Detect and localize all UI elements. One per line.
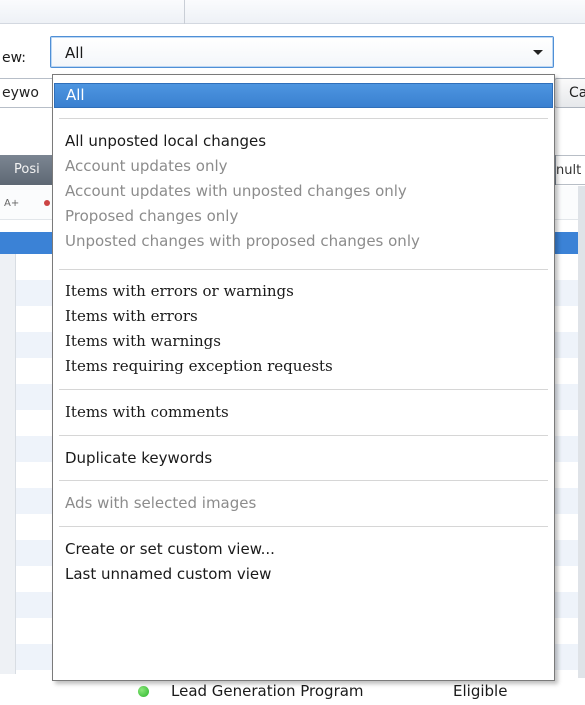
grid-row-gutter (0, 254, 16, 674)
dropdown-option-account-updates: Account updates only (65, 157, 228, 175)
dropdown-option-custom-view[interactable]: Create or set custom view... (53, 537, 554, 562)
dropdown-divider (59, 389, 548, 390)
dropdown-divider (59, 526, 548, 527)
column-header-position-label: Posi (14, 162, 40, 177)
column-header-multi-label: nult (556, 163, 582, 178)
chevron-down-icon[interactable] (533, 50, 543, 55)
right-scroll-frame (578, 186, 585, 686)
table-row[interactable]: Lead Generation Program Eligible (0, 678, 585, 705)
keyword-search-text: eywo (2, 85, 39, 101)
cancel-button[interactable]: Ca (554, 78, 585, 108)
dropdown-option-duplicate-keywords[interactable]: Duplicate keywords (53, 446, 554, 471)
dropdown-divider (59, 269, 548, 270)
campaign-status: Eligible (453, 682, 508, 700)
dropdown-option-last-custom-view[interactable]: Last unnamed custom view (53, 562, 554, 587)
dropdown-option-all[interactable]: All (54, 83, 553, 108)
view-label: ew: (2, 50, 27, 66)
top-toolbar (0, 0, 585, 24)
view-combobox[interactable]: All (50, 36, 554, 68)
dropdown-divider (59, 435, 548, 436)
column-header-position[interactable]: Posi (0, 155, 52, 185)
dropdown-divider (59, 480, 548, 481)
view-dropdown-list: All All unposted local changes Account u… (52, 74, 555, 681)
dropdown-option-proposed-changes: Proposed changes only (65, 207, 239, 225)
dropdown-option-comments[interactable]: Items with comments (53, 400, 554, 425)
error-icon (44, 200, 50, 206)
dropdown-option-account-updates-unposted: Account updates with unposted changes on… (65, 182, 407, 200)
dropdown-divider (59, 118, 548, 119)
dropdown-option-errors[interactable]: Items with errors (53, 304, 554, 329)
cancel-button-label: Ca (569, 85, 585, 101)
column-header-multi[interactable]: nult (556, 155, 585, 185)
eligible-status-icon (138, 686, 149, 697)
dropdown-option-errors-or-warnings[interactable]: Items with errors or warnings (53, 279, 554, 304)
dropdown-option-exception-requests[interactable]: Items requiring exception requests (53, 354, 554, 379)
campaign-name: Lead Generation Program (171, 682, 364, 700)
view-combobox-value: All (65, 44, 84, 62)
dropdown-option-ads-selected-images: Ads with selected images (65, 494, 257, 512)
dropdown-option-unposted-with-proposed: Unposted changes with proposed changes o… (65, 232, 420, 250)
toolbar-separator (184, 0, 185, 24)
dropdown-option-unposted-local-changes[interactable]: All unposted local changes (53, 129, 554, 154)
sort-icon[interactable]: A+ (4, 198, 19, 209)
dropdown-option-warnings[interactable]: Items with warnings (53, 329, 554, 354)
